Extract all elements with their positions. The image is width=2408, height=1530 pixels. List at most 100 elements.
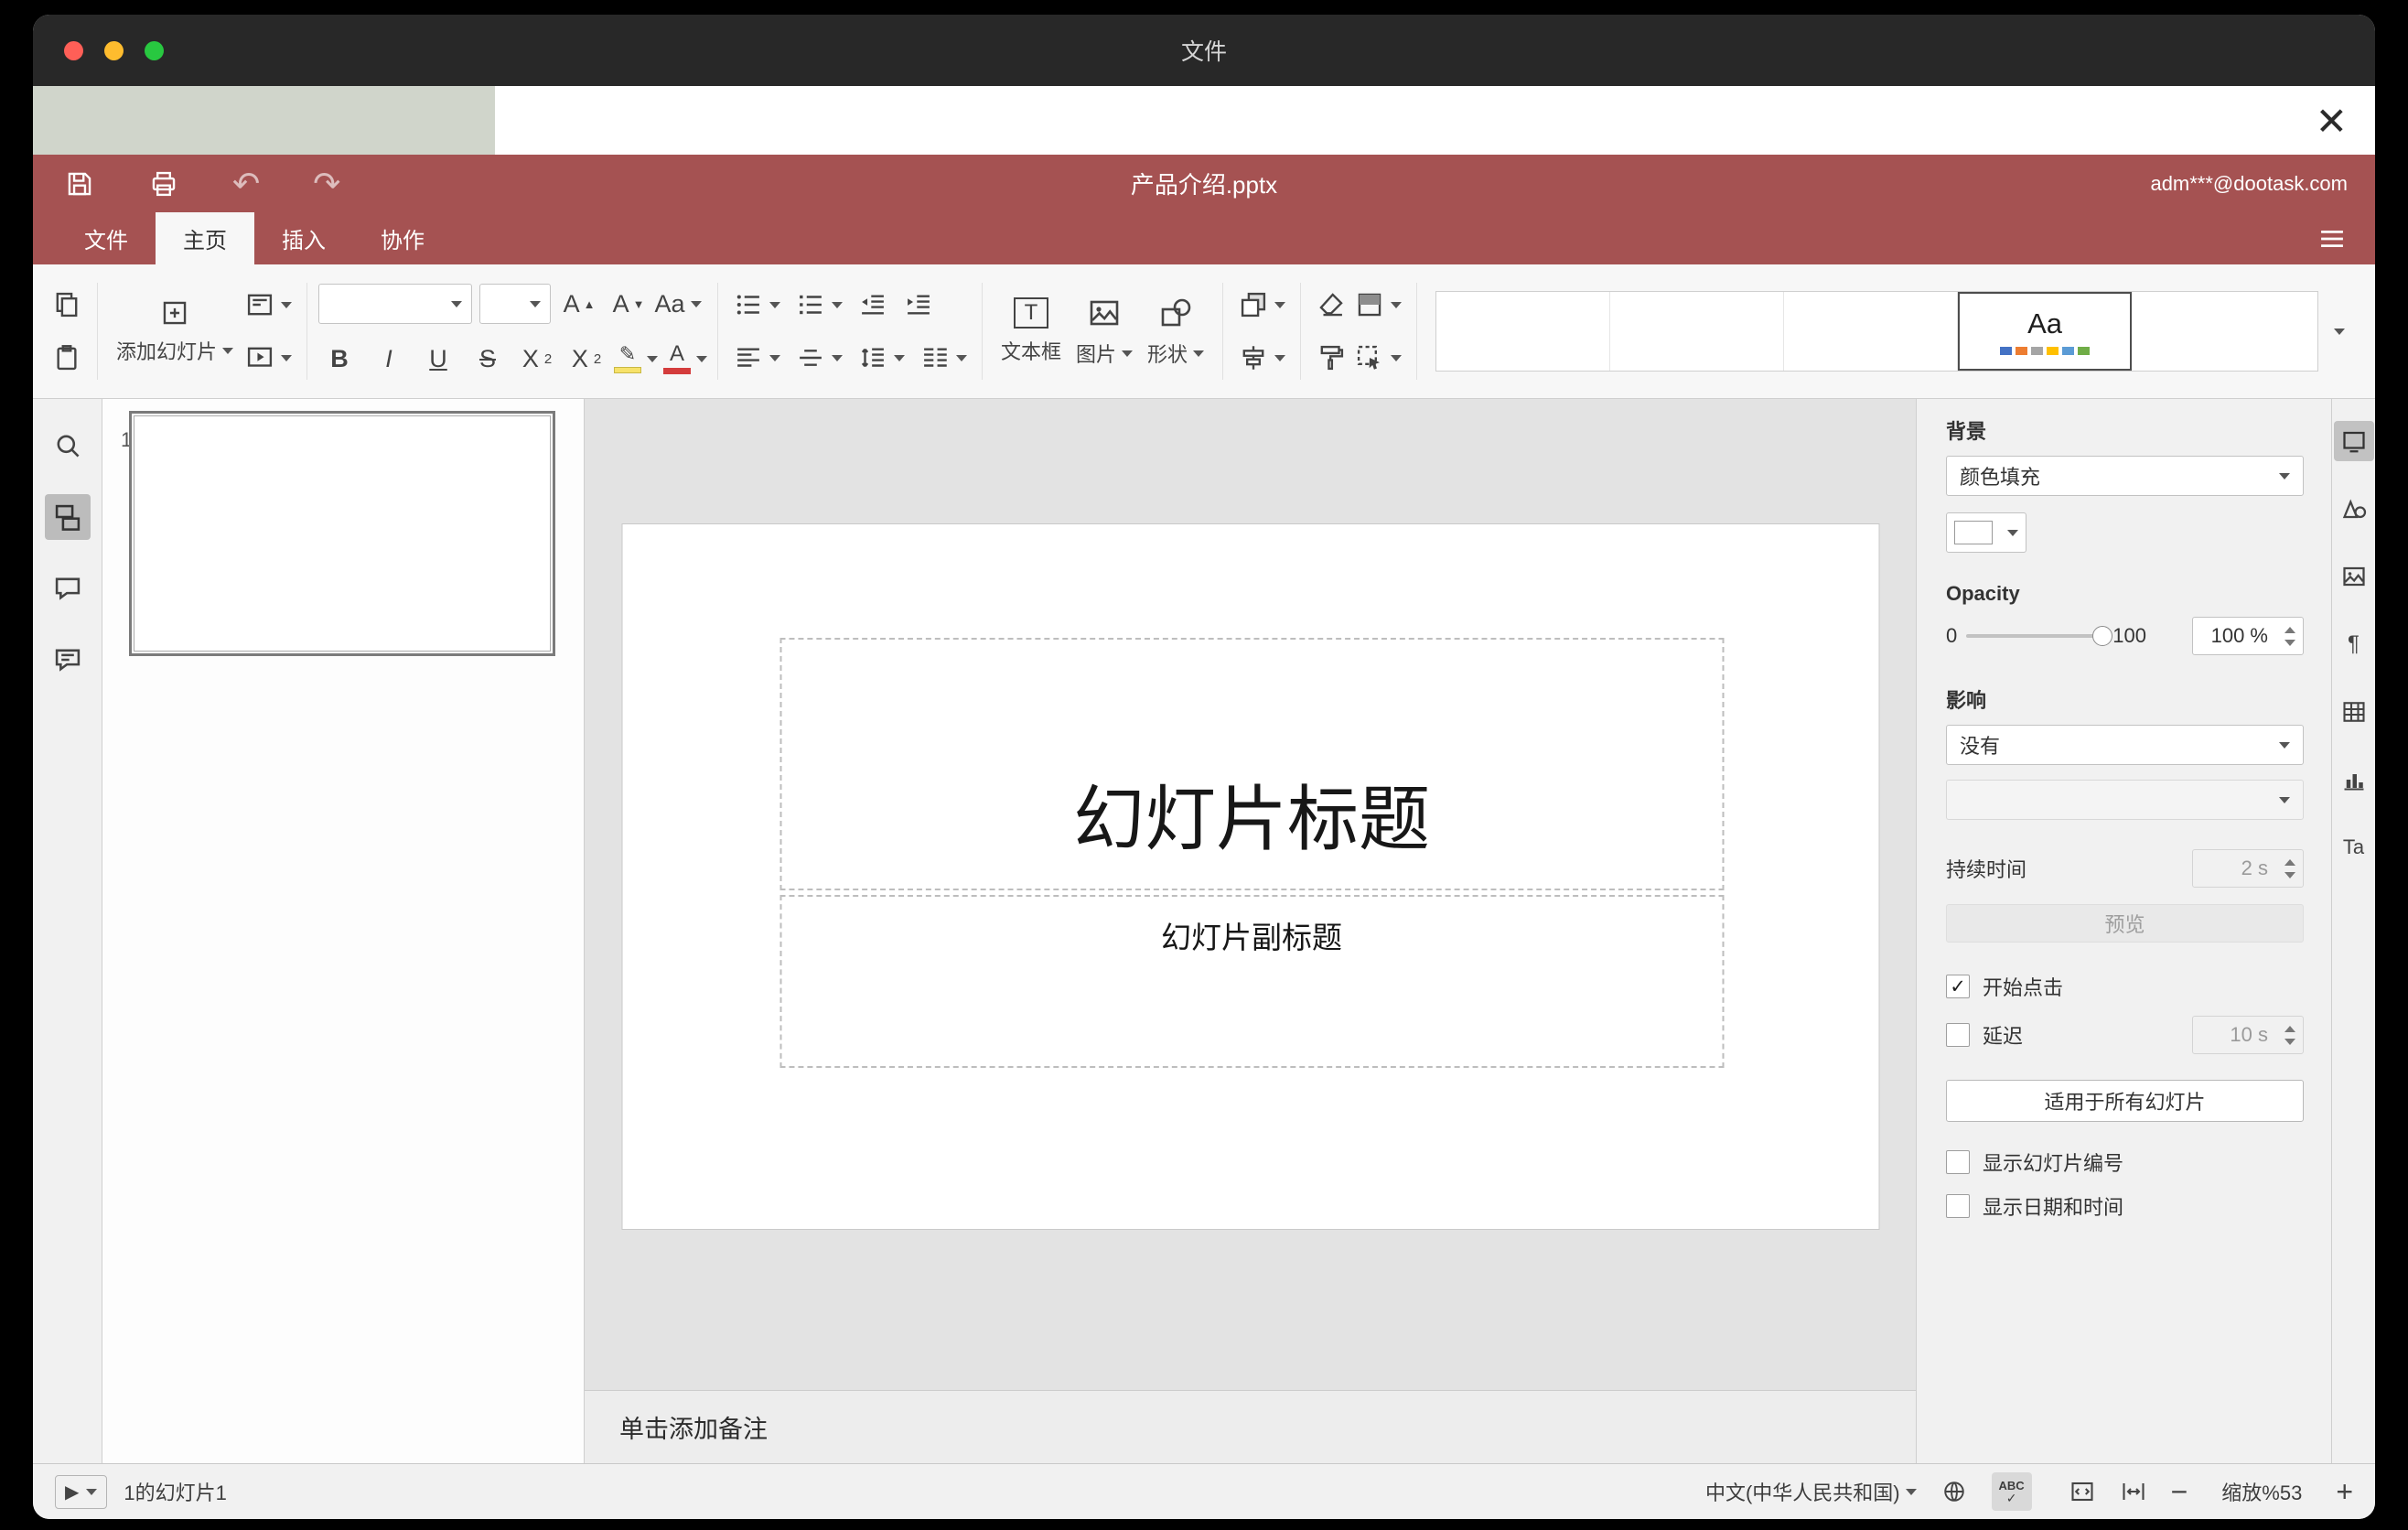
fullscreen-window-button[interactable]	[145, 40, 164, 60]
theme-tile-1[interactable]	[1436, 292, 1611, 371]
window-title: 文件	[1180, 39, 1227, 65]
slide-title-placeholder[interactable]: 幻灯片标题	[779, 638, 1724, 890]
fit-to-slide-button[interactable]	[2069, 1478, 2096, 1505]
opacity-slider[interactable]	[1966, 626, 2113, 646]
undo-button[interactable]: ↶	[229, 164, 263, 204]
fit-to-width-button[interactable]	[2120, 1478, 2147, 1505]
home-toolbar: 添加幻灯片 A ▲ A ▼ Aa B I U S X 2 X 2 ✎ A T 文…	[33, 264, 2375, 399]
slide-thumbnail[interactable]	[129, 411, 555, 656]
numbered-list-button[interactable]	[791, 286, 846, 324]
show-slide-number-checkbox[interactable]	[1946, 1150, 1970, 1174]
insert-shape-button[interactable]: 形状	[1140, 291, 1211, 372]
highlight-color-button[interactable]: ✎	[614, 339, 659, 379]
slides-panel-button[interactable]	[44, 494, 91, 540]
bold-button[interactable]: B	[318, 339, 360, 379]
slide-subtitle-placeholder[interactable]: 幻灯片副标题	[779, 895, 1724, 1068]
italic-button[interactable]: I	[368, 339, 410, 379]
delay-checkbox[interactable]	[1946, 1023, 1970, 1047]
vertical-align-button[interactable]	[791, 339, 846, 377]
tab-insert[interactable]: 插入	[254, 212, 353, 264]
save-button[interactable]	[60, 165, 99, 203]
select-tool-button[interactable]	[1350, 339, 1405, 377]
theme-tile-selected[interactable]: Aa	[1958, 292, 2133, 371]
minimize-window-button[interactable]	[104, 40, 124, 60]
horizontal-align-button[interactable]	[729, 339, 784, 377]
slide-layout-button[interactable]	[241, 286, 296, 324]
tab-home[interactable]: 主页	[156, 212, 254, 264]
tab-file[interactable]: 文件	[57, 212, 156, 264]
delay-input[interactable]: 10 s	[2192, 1016, 2304, 1054]
show-date-time-checkbox[interactable]	[1946, 1194, 1970, 1218]
clear-style-button[interactable]	[1312, 286, 1350, 324]
search-panel-button[interactable]	[45, 423, 91, 469]
theme-gallery-expand-button[interactable]	[2318, 291, 2360, 372]
background-color-picker[interactable]	[1946, 512, 2026, 553]
globe-icon	[1943, 1482, 1964, 1502]
duration-input[interactable]: 2 s	[2192, 849, 2304, 888]
spellcheck-button[interactable]: ABC ✓	[1991, 1472, 2032, 1511]
font-size-select[interactable]	[479, 284, 552, 324]
paragraph-settings-button[interactable]: ¶	[2334, 624, 2374, 664]
increase-font-button[interactable]: A ▲	[558, 284, 600, 324]
font-color-button[interactable]: A	[663, 339, 708, 379]
preview-button[interactable]: 预览	[1946, 904, 2304, 943]
menu-button[interactable]	[2317, 223, 2348, 254]
comments-panel-button[interactable]	[45, 566, 91, 611]
opacity-input[interactable]: 100 %	[2192, 617, 2304, 655]
theme-tile-3[interactable]	[1784, 292, 1959, 371]
slide-canvas[interactable]: 幻灯片标题 幻灯片副标题	[585, 399, 1916, 1390]
decrease-indent-button[interactable]	[854, 286, 892, 324]
tab-collaboration[interactable]: 协作	[353, 212, 452, 264]
redo-button[interactable]: ↷	[309, 164, 344, 204]
slide[interactable]: 幻灯片标题 幻灯片副标题	[621, 523, 1879, 1230]
increase-indent-button[interactable]	[899, 286, 938, 324]
zoom-in-button[interactable]: +	[2336, 1475, 2353, 1509]
copy-style-button[interactable]	[1312, 339, 1350, 377]
opacity-slider-knob[interactable]	[2092, 626, 2113, 646]
slide-settings-button[interactable]	[2333, 421, 2374, 461]
bullet-list-button[interactable]	[729, 286, 784, 324]
apply-to-all-slides-button[interactable]: 适用于所有幻灯片	[1946, 1080, 2304, 1122]
align-shapes-button[interactable]	[1234, 339, 1289, 377]
background-fill-select[interactable]: 颜色填充	[1946, 456, 2304, 496]
insert-textbox-button[interactable]: T 文本框	[994, 294, 1069, 369]
underline-button[interactable]: U	[417, 339, 459, 379]
paste-button[interactable]	[48, 339, 86, 377]
superscript-button[interactable]: X2	[516, 339, 558, 379]
table-settings-button[interactable]	[2334, 692, 2374, 732]
notes-area[interactable]: 单击添加备注	[585, 1390, 1916, 1463]
close-preview-button[interactable]: ✕	[2316, 99, 2348, 144]
subscript-button[interactable]: X2	[565, 339, 607, 379]
theme-tile-2[interactable]	[1610, 292, 1785, 371]
image-settings-button[interactable]	[2334, 556, 2374, 597]
insert-image-button[interactable]: 图片	[1069, 291, 1140, 372]
print-button[interactable]	[145, 165, 183, 203]
delay-label: 延迟	[1983, 1025, 2024, 1048]
font-name-select[interactable]	[318, 284, 473, 324]
arrange-shapes-button[interactable]	[1234, 286, 1289, 324]
document-language-button[interactable]	[1940, 1478, 1968, 1505]
start-slideshow-status-button[interactable]: ▶	[55, 1474, 108, 1509]
columns-button[interactable]	[916, 339, 971, 377]
strikethrough-button[interactable]: S	[467, 339, 509, 379]
spinner-arrows[interactable]	[2284, 618, 2295, 654]
start-slideshow-button[interactable]	[241, 339, 296, 377]
copy-button[interactable]	[48, 286, 86, 324]
chat-panel-button[interactable]	[45, 637, 91, 683]
chart-settings-button[interactable]	[2334, 760, 2374, 800]
change-case-button[interactable]: Aa	[655, 284, 702, 324]
zoom-out-button[interactable]: −	[2171, 1475, 2188, 1509]
redo-icon: ↷	[313, 164, 341, 202]
language-select[interactable]: 中文(中华人民共和国)	[1705, 1477, 1917, 1506]
line-spacing-button[interactable]	[854, 339, 908, 377]
transition-effect-select[interactable]: 没有	[1946, 725, 2304, 765]
start-on-click-label: 开始点击	[1983, 976, 2064, 999]
start-on-click-checkbox[interactable]: ✓	[1946, 975, 1970, 998]
close-window-button[interactable]	[64, 40, 83, 60]
slide-color-button[interactable]	[1350, 286, 1405, 324]
textart-settings-button[interactable]: Ta	[2334, 827, 2374, 867]
decrease-font-button[interactable]: A ▼	[607, 284, 650, 324]
add-slide-button[interactable]: 添加幻灯片	[109, 294, 241, 369]
shape-settings-button[interactable]	[2334, 489, 2374, 529]
transition-variant-select[interactable]	[1946, 780, 2304, 820]
